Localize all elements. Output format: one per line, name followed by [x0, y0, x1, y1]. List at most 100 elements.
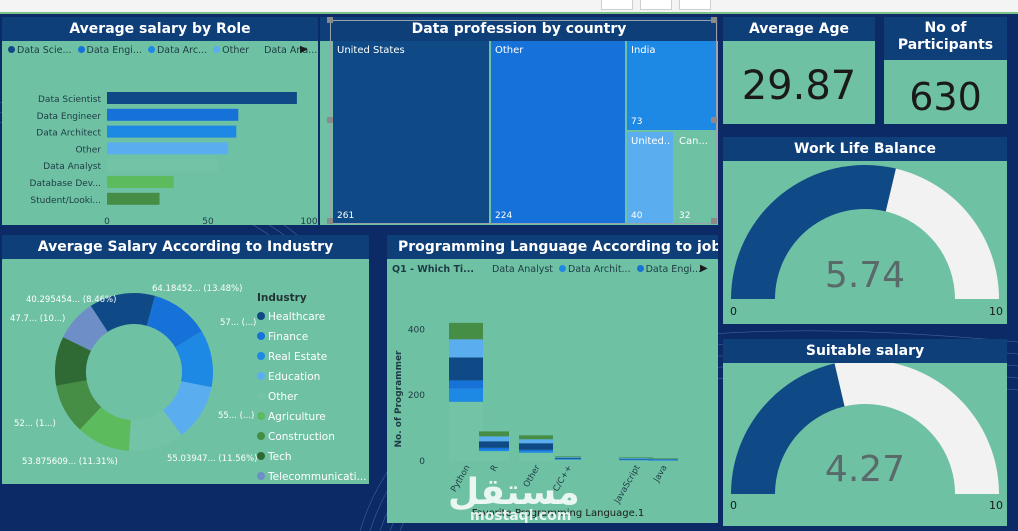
bar-segment-other	[519, 443, 553, 450]
bar-segment-other	[519, 435, 553, 440]
y-tick-label: 200	[408, 391, 425, 401]
gauge-max-label: 10	[989, 499, 1003, 512]
treemap-value: 40	[631, 211, 643, 221]
suitable-salary-value: 4.27	[824, 449, 906, 490]
slice-data-label: 40.295454... (8.46%)	[26, 295, 116, 305]
slice-data-label: 55... (...)	[218, 411, 254, 421]
bar-segment-python	[449, 401, 483, 461]
language-by-title-title: Programming Language According to job Ti…	[387, 235, 718, 259]
bar-segment-java	[648, 459, 678, 461]
treemap-cell-united-: United... 40	[627, 132, 673, 224]
resize-handle[interactable]	[327, 218, 333, 224]
bar-segment-r	[479, 451, 509, 461]
bar-segment-python	[449, 380, 483, 389]
work-life-balance-title: Work Life Balance	[723, 137, 1007, 161]
profession-by-country-title: Data profession by country	[320, 17, 718, 41]
bar-segment-javascript	[619, 458, 653, 459]
salary-by-industry-tile: Average Salary According to Industry 64.…	[2, 235, 369, 484]
toolbar-button[interactable]	[679, 0, 711, 10]
legend-dot	[257, 312, 265, 320]
industry-legend-item: Other	[257, 387, 367, 407]
y-tick-label: 0	[419, 457, 425, 467]
bar-student-looki-	[107, 192, 160, 205]
legend-dot	[257, 452, 265, 460]
slice-data-label: 53.875609... (11.31%)	[22, 457, 118, 467]
industry-legend: Industry Healthcare Finance Real Estate Edu…	[257, 292, 367, 484]
bar-segment-python	[449, 339, 483, 358]
participants-value: 630	[909, 75, 982, 119]
industry-legend-item: Real Estate	[257, 347, 367, 367]
legend-dot	[559, 265, 567, 272]
toolbar-button[interactable]	[601, 0, 633, 10]
legend-label: Data Engi...	[645, 264, 702, 275]
slice-data-label: 55.03947... (11.56%)	[167, 454, 257, 464]
legend-item: Data Engi...	[636, 264, 702, 275]
x-tick-label: Java	[651, 464, 669, 485]
bar-segment-c-c-	[555, 456, 581, 458]
slice-data-label: 64.18452... (13.48%)	[152, 284, 242, 294]
x-tick-label: JavaScript	[612, 463, 643, 506]
industry-legend-item: Finance	[257, 327, 367, 347]
industry-legend-item: Agriculture	[257, 407, 367, 427]
legend-dot	[483, 265, 491, 272]
legend-label: Construction	[268, 431, 335, 443]
salary-by-industry-title: Average Salary According to Industry	[2, 235, 369, 259]
suitable-salary-title: Suitable salary	[723, 339, 1007, 363]
y-tick-label: 400	[408, 325, 425, 335]
bar-segment-java	[648, 458, 678, 459]
resize-handle[interactable]	[327, 117, 333, 123]
slice-data-label: 47.7... (10...)	[10, 314, 65, 324]
resize-handle[interactable]	[711, 17, 717, 23]
legend-label: Finance	[268, 331, 309, 343]
bar-segment-javascript	[619, 459, 653, 460]
category-label: Database Dev...	[30, 179, 101, 189]
legend-next-icon[interactable]: ▶	[700, 263, 708, 274]
category-label: Data Architect	[36, 129, 101, 139]
resize-handle[interactable]	[711, 117, 717, 123]
industry-legend-item: Telecommunicati...	[257, 467, 367, 484]
bar-segment-javascript	[619, 458, 653, 460]
work-life-balance-gauge	[731, 164, 999, 299]
legend-dot	[257, 472, 265, 480]
salary-by-role-tile: Average salary by Role Data Scie... Data …	[2, 17, 318, 225]
legend-label: Data Analyst	[492, 264, 554, 275]
industry-legend-item: Construction	[257, 427, 367, 447]
slice-data-label: 57... (...)	[220, 318, 256, 328]
suitable-salary-gauge	[731, 363, 999, 494]
average-age-title: Average Age	[723, 17, 875, 41]
bar-segment-r	[479, 449, 509, 452]
legend-dot	[257, 432, 265, 440]
industry-legend-item: Healthcare	[257, 307, 367, 327]
participants-card: No of Participants 630	[884, 17, 1007, 124]
salary-by-role-title: Average salary by Role	[2, 17, 318, 41]
resize-handle[interactable]	[327, 17, 333, 23]
x-tick-label: 50	[202, 217, 214, 225]
legend-label: Healthcare	[268, 311, 326, 323]
legend-dot	[257, 392, 265, 400]
category-label: Data Analyst	[43, 162, 101, 172]
resize-handle[interactable]	[711, 218, 717, 224]
suitable-salary-tile: Suitable salary 4.27 0 10	[723, 339, 1007, 526]
bar-segment-python	[449, 357, 483, 381]
bar-data-analyst	[107, 159, 219, 172]
category-label: Data Engineer	[37, 112, 102, 122]
legend-label: Education	[268, 371, 321, 383]
legend-dot	[636, 265, 644, 272]
treemap-value: 224	[495, 211, 513, 221]
treemap-label: India	[631, 45, 656, 56]
treemap-label: United States	[337, 45, 405, 56]
watermark-sub: mostaql.com	[470, 508, 572, 524]
legend-label: Tech	[268, 451, 292, 463]
legend-dot	[257, 412, 265, 420]
bar-other	[107, 142, 229, 155]
legend-label: Real Estate	[268, 351, 328, 363]
salary-by-role-chart: Data Scientist Data Engineer Data Architec…	[30, 92, 318, 225]
treemap-cell-can-: Can... 32	[675, 132, 716, 224]
toolbar-button[interactable]	[640, 0, 672, 10]
x-tick-label: 0	[104, 217, 110, 225]
legend-dot	[257, 372, 265, 380]
bar-database-dev-	[107, 176, 174, 188]
language-legend-title: Q1 - Which Ti...	[392, 264, 475, 275]
profession-by-country-tile: Data profession by country United States…	[320, 17, 718, 225]
legend-label: Telecommunicati...	[268, 471, 367, 483]
